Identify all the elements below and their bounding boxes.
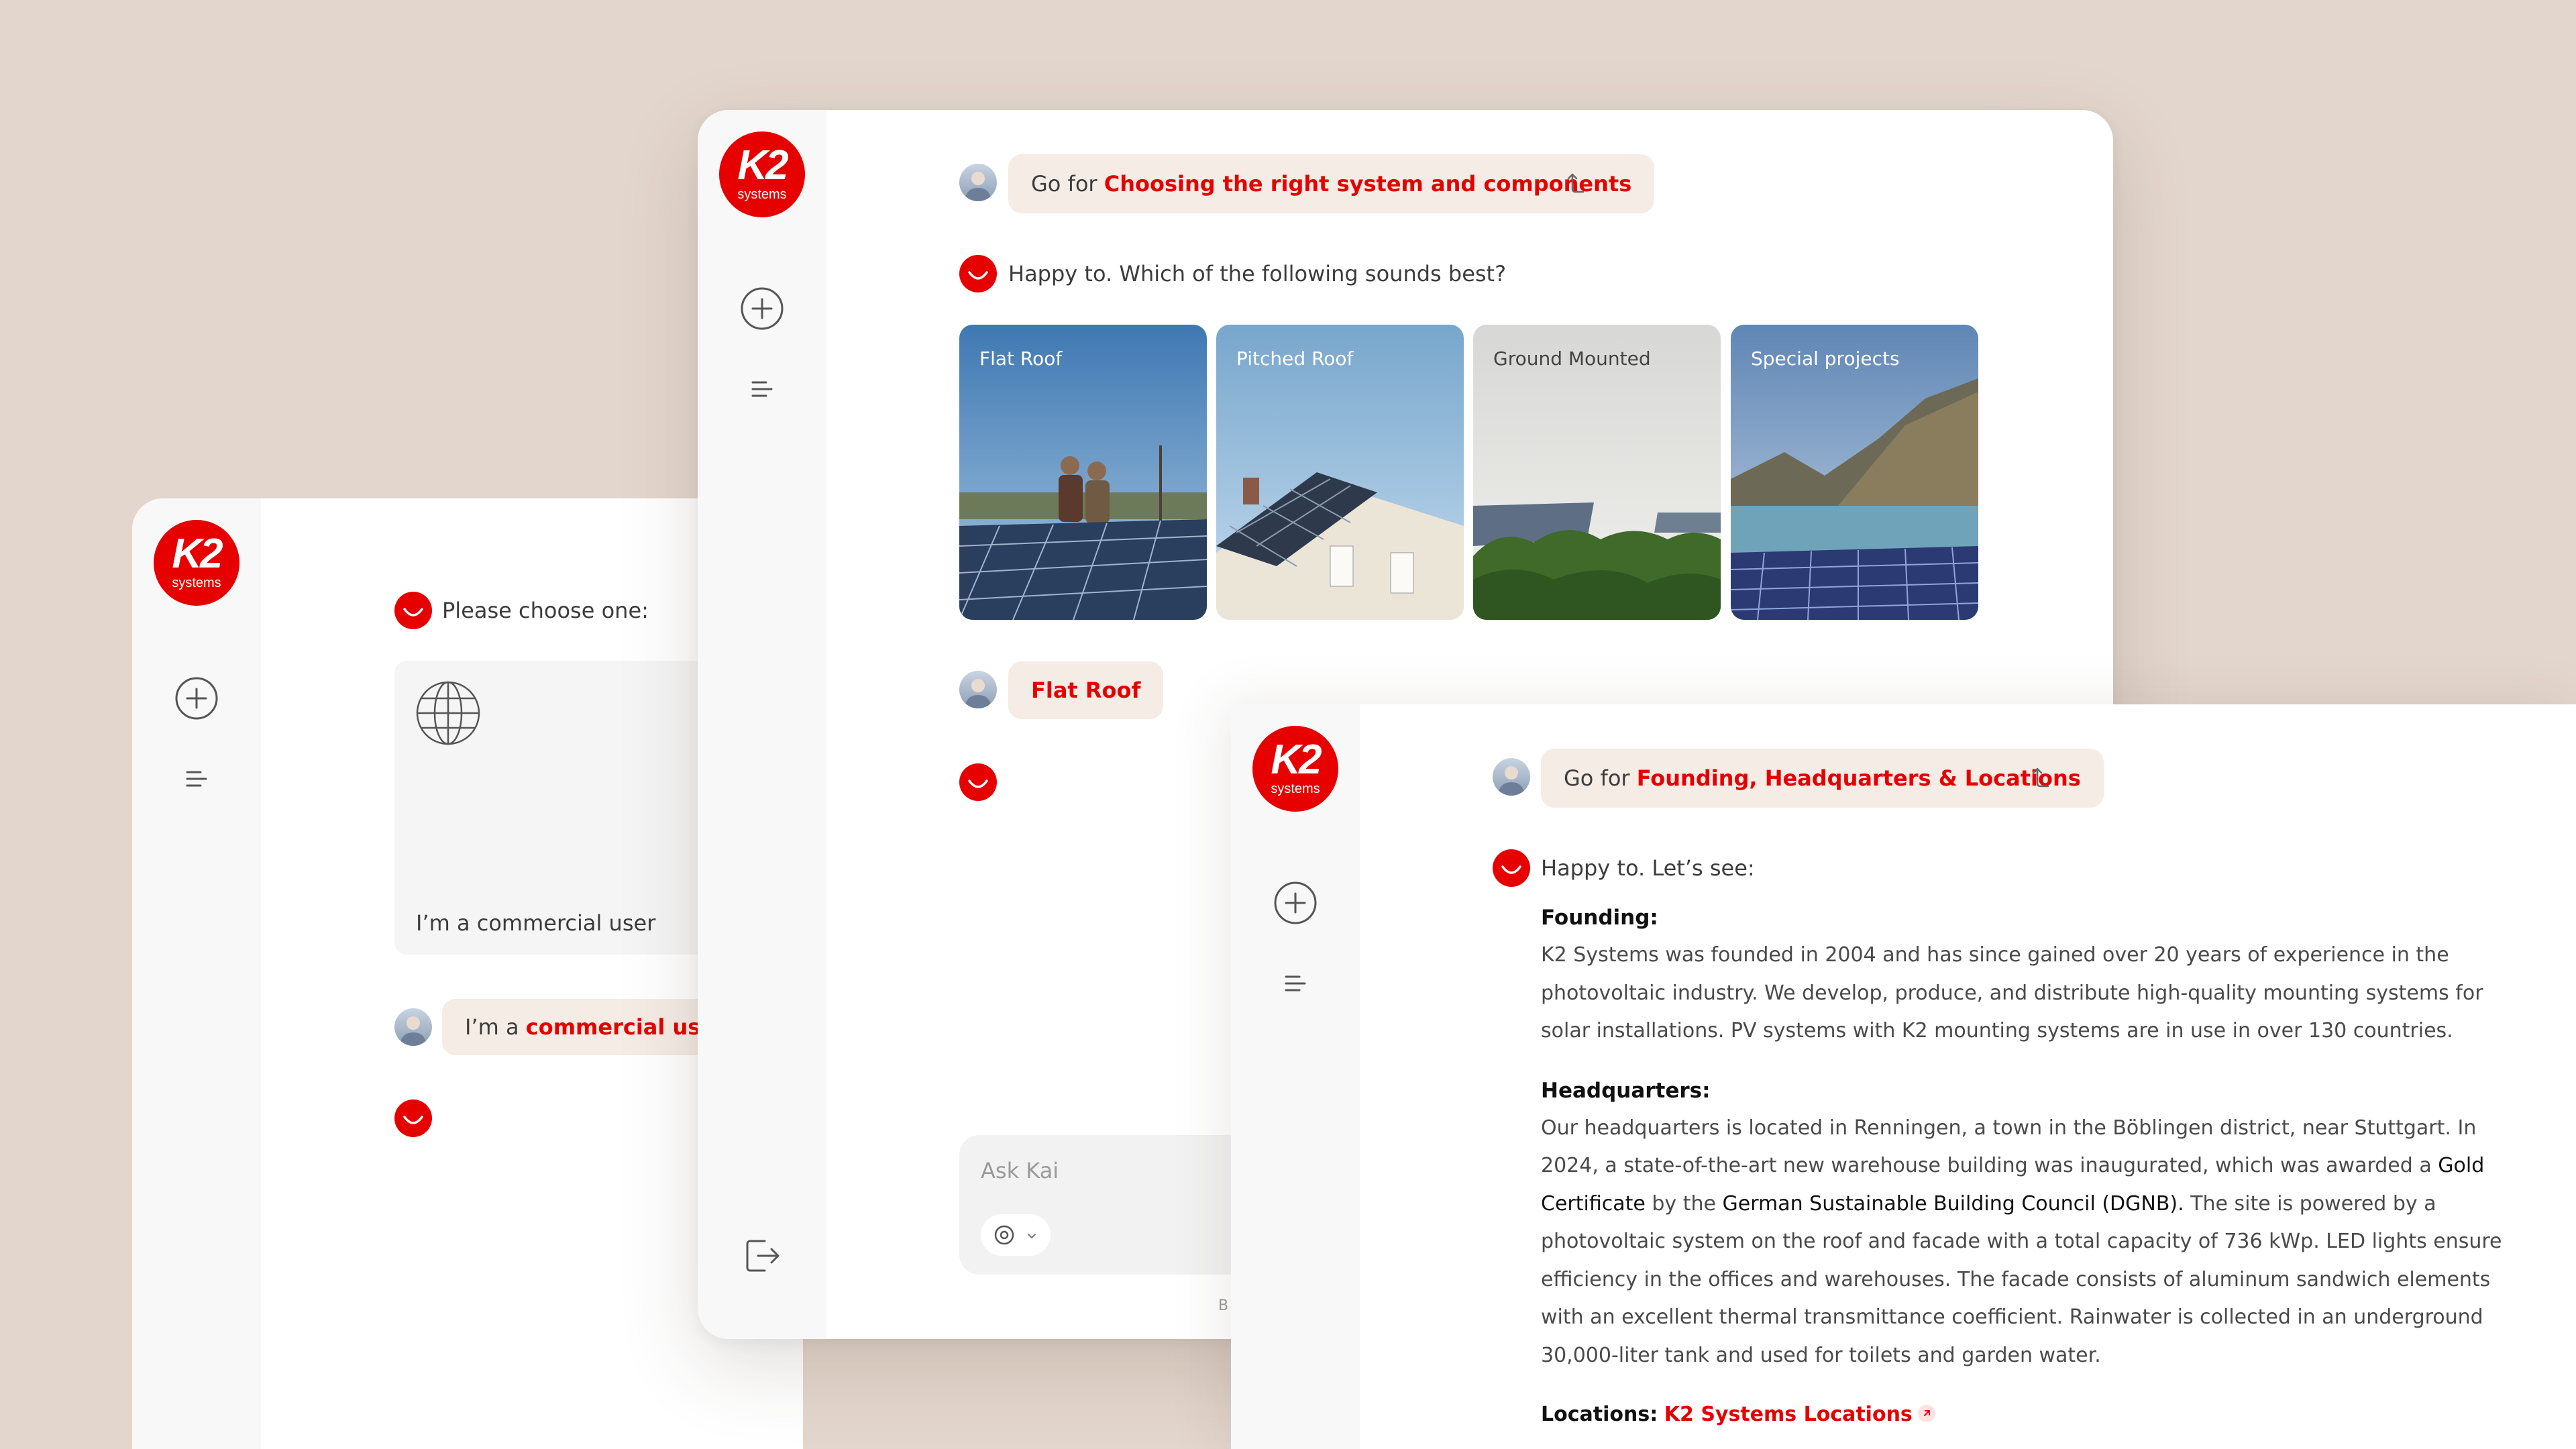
user-avatar [959,164,997,201]
kai-avatar-icon [959,255,997,292]
user-avatar [1493,758,1530,796]
kai-avatar-icon [394,1099,432,1137]
undo-icon[interactable] [1563,169,1590,196]
external-link-icon[interactable] [1917,1404,1935,1422]
chat-window-front: K2 systems Go for Founding, Headquarters… [1231,704,2576,1449]
option-label: Flat Roof [979,347,1063,370]
sidebar: K2 systems [1231,704,1360,1449]
option-label: Special projects [1751,347,1900,370]
founding-text: K2 Systems was founded in 2004 and has s… [1541,943,2483,1042]
k2-logo[interactable]: K2 systems [1252,726,1338,812]
hq-text-part: by the [1645,1191,1723,1216]
option-label: Pitched Roof [1236,347,1354,370]
kai-answer: Founding: K2 Systems was founded in 2004… [1541,899,2520,1434]
kai-message: Happy to. Which of the following sounds … [1008,261,1507,286]
user-message: Flat Roof [1008,661,1164,719]
locations-link[interactable]: K2 Systems Locations [1664,1403,1913,1426]
target-icon [994,1225,1014,1245]
k2-logo[interactable]: K2 systems [154,520,239,606]
option-label: I’m a commercial user [416,910,656,936]
user-message-highlight: commercial user [525,1014,726,1040]
option-card-flat-roof[interactable]: Flat Roof [959,325,1207,620]
menu-icon[interactable] [172,755,221,803]
locations-label: Locations: [1541,1403,1658,1426]
user-message-highlight: Choosing the right system and components [1104,171,1632,197]
logo-subtext: systems [737,187,787,202]
new-chat-icon[interactable] [1271,879,1320,927]
dgnb-text: German Sustainable Building Council (DGN… [1722,1191,2184,1216]
locations-row: Locations: K2 Systems Locations [1541,1396,2520,1434]
new-chat-icon[interactable] [738,284,786,333]
kai-message: Happy to. Let’s see: [1541,855,1755,881]
logout-icon[interactable] [738,1232,786,1280]
kai-message: Please choose one: [442,598,649,623]
kai-avatar-icon [394,592,432,629]
user-choice-text: Flat Roof [1031,678,1141,703]
option-card-pitched-roof[interactable]: Pitched Roof [1216,325,1464,620]
user-message: Go for Founding, Headquarters & Location… [1541,749,2104,808]
option-card-ground-mounted[interactable]: Ground Mounted [1473,325,1721,620]
sidebar: K2 systems [698,110,826,1339]
globe-icon [415,680,482,747]
kai-avatar-icon [959,763,997,801]
option-label: Ground Mounted [1493,347,1651,370]
user-message-highlight: Founding, Headquarters & Locations [1636,765,2081,791]
headquarters-heading: Headquarters: [1541,1078,1711,1103]
hq-text-part: The site is powered by a photovoltaic sy… [1541,1191,2502,1367]
founding-heading: Founding: [1541,906,1658,930]
footer-text: B [1218,1297,1229,1314]
user-avatar [394,1008,432,1046]
logo-text: K2 [737,142,788,189]
undo-icon[interactable] [2028,763,2055,790]
user-message: Go for Choosing the right system and com… [1008,154,1655,213]
logo-subtext: systems [172,576,221,590]
chevron-down-icon [1028,1234,1036,1239]
user-message-prefix: I’m a [465,1014,526,1040]
k2-logo[interactable]: K2 systems [719,131,805,217]
user-avatar [959,671,997,708]
new-chat-icon[interactable] [172,674,221,722]
mode-selector-button[interactable] [981,1214,1051,1256]
menu-icon[interactable] [1271,959,1320,1008]
menu-icon[interactable] [738,365,786,413]
logo-text: K2 [1271,737,1322,783]
headquarters-text: Our headquarters is located in Renningen… [1541,1110,2520,1375]
logo-subtext: systems [1271,782,1320,796]
user-message-prefix: Go for [1564,765,1637,791]
kai-avatar-icon [1493,849,1530,887]
hq-text-part: Our headquarters is located in Renningen… [1541,1116,2477,1178]
logo-text: K2 [172,531,223,577]
sidebar: K2 systems [132,498,261,1449]
option-card-special-projects[interactable]: Special projects [1731,325,1978,620]
user-message-prefix: Go for [1031,171,1104,197]
